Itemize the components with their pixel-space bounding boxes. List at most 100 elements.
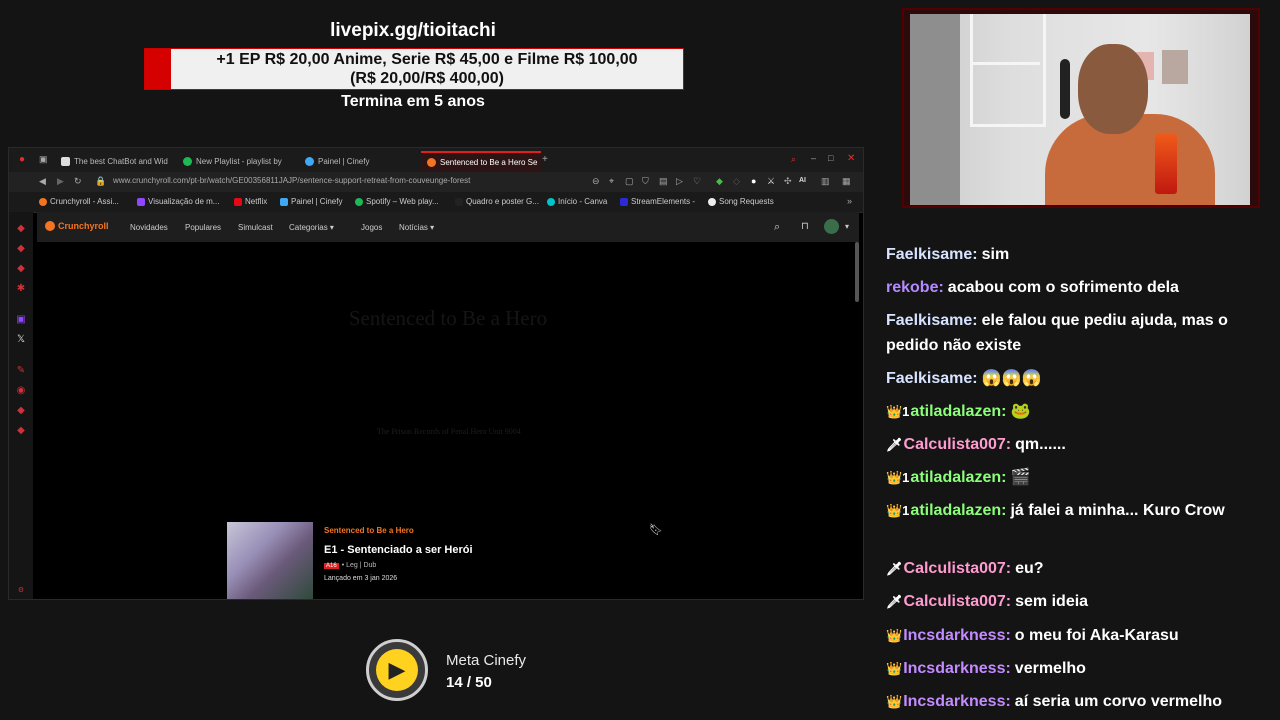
spotify-favicon-icon <box>183 156 192 166</box>
episode-series-link[interactable]: Sentenced to Be a Hero <box>324 526 414 535</box>
bookmark-crunchyroll[interactable]: Crunchyroll - Assi... <box>39 197 119 206</box>
image-icon[interactable]: ▤ <box>659 176 668 187</box>
bookmark-song-requests[interactable]: Song Requests <box>708 197 774 206</box>
nav-categorias[interactable]: Categorias ▾ <box>289 223 334 232</box>
zoom-icon[interactable]: ⊖ <box>592 176 600 187</box>
bookmarks-overflow-icon[interactable]: » <box>847 196 852 206</box>
livepix-url: livepix.gg/tioitachi <box>330 20 496 41</box>
tab-crunchyroll[interactable]: Sentenced to Be a Hero Se <box>421 151 541 171</box>
close-icon[interactable]: ✕ <box>847 153 855 164</box>
price-text: +1 EP R$ 20,00 Anime, Serie R$ 45,00 e F… <box>175 50 679 88</box>
sidebar-app-8-icon[interactable]: ◆ <box>16 426 26 436</box>
sidebar-app-1-icon[interactable]: ◆ <box>16 224 26 234</box>
minimize-icon[interactable]: – <box>811 153 816 163</box>
avatar[interactable] <box>824 219 839 234</box>
crunchyroll-logo[interactable]: Crunchyroll <box>45 221 109 231</box>
series-subtitle-faded: The Prison Records of Penal Hero Unit 90… <box>377 427 521 436</box>
twitch-icon[interactable]: ▣ <box>16 315 26 325</box>
chat-username: atiladalazen: <box>910 502 1007 519</box>
downloads-icon[interactable]: ▦ <box>842 176 851 187</box>
x-icon[interactable]: 𝕏 <box>16 335 26 345</box>
sidebar-app-7-icon[interactable]: ◆ <box>16 406 26 416</box>
bookmark-visualizacao[interactable]: Visualização de m... <box>137 197 219 206</box>
chat-text: sem ideia <box>1015 593 1089 610</box>
bookmark-streamelements[interactable]: StreamElements - <box>620 197 695 206</box>
bookmark-spotify[interactable]: Spotify – Web play... <box>355 197 439 206</box>
spotify-favicon-icon <box>355 197 363 206</box>
sidebar-settings-icon[interactable]: ⚙ <box>16 586 26 596</box>
crunchyroll-logo-text: Crunchyroll <box>58 221 109 231</box>
screenshot-icon[interactable]: ▢ <box>625 176 634 187</box>
meta-label: Meta Cinefy <box>446 652 527 669</box>
new-tab-icon[interactable]: + <box>542 154 548 165</box>
nav-simulcast[interactable]: Simulcast <box>238 223 273 232</box>
chat-text: 🎬 <box>1010 469 1031 486</box>
tab-bar: ● ▣ The best ChatBot and Wid New Playlis… <box>9 148 863 172</box>
crown-badge-icon: 👑1 <box>886 404 910 419</box>
tab-label: New Playlist - playlist by <box>196 156 282 166</box>
forward-icon[interactable]: ▶ <box>57 176 64 187</box>
puzzle-icon[interactable]: ✣ <box>784 176 792 187</box>
browser-window: ● ▣ The best ChatBot and Wid New Playlis… <box>8 147 864 600</box>
episode-thumbnail[interactable] <box>227 522 313 599</box>
tab-spotify-playlist[interactable]: New Playlist - playlist by <box>177 151 295 171</box>
heart-icon[interactable]: ♡ <box>693 176 701 187</box>
nav-jogos[interactable]: Jogos <box>361 223 382 232</box>
sidebar-app-5-icon[interactable]: ✎ <box>16 366 26 376</box>
nav-noticias[interactable]: Notícias ▾ <box>399 223 434 232</box>
sidebar-app-3-icon[interactable]: ◆ <box>16 264 26 274</box>
sidebar-app-2-icon[interactable]: ◆ <box>16 244 26 254</box>
nav-populares[interactable]: Populares <box>185 223 221 232</box>
chat-message: 👑Incsdarkness: vermelho <box>886 656 1266 681</box>
webcam-feed <box>910 14 1250 205</box>
bookmark-cinefy[interactable]: Painel | Cinefy <box>280 197 342 206</box>
tab-cinefy[interactable]: Painel | Cinefy <box>299 151 417 171</box>
tab-chatbot[interactable]: The best ChatBot and Wid <box>55 151 173 171</box>
chevron-down-icon: ▾ <box>329 223 334 232</box>
maximize-icon[interactable]: □ <box>828 153 833 163</box>
url-field[interactable]: www.crunchyroll.com/pt-br/watch/GE003568… <box>113 176 470 185</box>
bookmark-netflix[interactable]: Netflix <box>234 197 267 206</box>
bookmark-label: Visualização de m... <box>148 197 220 206</box>
chevron-down-icon[interactable]: ▾ <box>845 222 849 231</box>
chat-username: Faelkisame: <box>886 370 978 387</box>
chat-message: Faelkisame: sim <box>886 242 1266 267</box>
extension-sword-icon[interactable]: ⚔ <box>767 176 775 187</box>
language-text: • Leg | Dub <box>341 562 377 569</box>
extension-grey-icon[interactable]: ◇ <box>733 176 740 187</box>
tab-manager-icon[interactable]: ▣ <box>39 154 48 165</box>
sidebar-toggle-icon[interactable]: ▥ <box>821 176 830 187</box>
pin-icon[interactable]: ⌖ <box>609 176 614 187</box>
chat-username: Calculista007: <box>903 593 1012 610</box>
search-icon[interactable]: ⌕ <box>774 221 780 234</box>
cinefy-favicon-icon <box>305 156 314 166</box>
chat-message: Faelkisame: 😱😱😱 <box>886 366 1266 391</box>
extension-cloud-icon[interactable]: ● <box>751 176 756 186</box>
shield-icon[interactable]: ⛉ <box>642 176 649 187</box>
sidebar-app-4-icon[interactable]: ✱ <box>16 284 26 294</box>
crunchyroll-content: Sentenced to Be a Hero The Prison Record… <box>37 242 859 599</box>
bookmark-quadro[interactable]: Quadro e poster G... <box>455 197 539 206</box>
episode-language: A16 • Leg | Dub <box>324 562 376 569</box>
search-tabs-icon[interactable]: ⌕ <box>791 154 796 165</box>
chat-text: sim <box>981 246 1010 263</box>
streamelements-favicon-icon <box>620 197 628 206</box>
reload-icon[interactable]: ↻ <box>74 176 82 187</box>
price-banner: +1 EP R$ 20,00 Anime, Serie R$ 45,00 e F… <box>144 48 684 90</box>
ai-button[interactable]: AI <box>799 177 806 184</box>
sidebar-app-6-icon[interactable]: ◉ <box>16 386 26 396</box>
sword-badge-icon: 🗡 <box>886 437 903 452</box>
extension-green-icon[interactable]: ◆ <box>716 176 723 187</box>
back-icon[interactable]: ◀ <box>39 176 46 187</box>
bookmark-canva[interactable]: Início - Canva <box>547 197 607 206</box>
browser-menu-icon[interactable]: ● <box>17 155 27 165</box>
price-banner-accent <box>145 49 171 89</box>
watchlist-icon[interactable]: ⊓ <box>801 221 809 232</box>
nav-novidades[interactable]: Novidades <box>130 223 168 232</box>
play-icon[interactable]: ▷ <box>676 176 683 187</box>
bookmark-icon[interactable]: 🔖︎ <box>649 523 663 536</box>
chat-message: rekobe: acabou com o sofrimento dela <box>886 275 1266 300</box>
cinefy-favicon-icon <box>280 197 288 206</box>
scrollbar[interactable] <box>855 242 859 302</box>
chatbot-favicon-icon <box>61 156 70 166</box>
